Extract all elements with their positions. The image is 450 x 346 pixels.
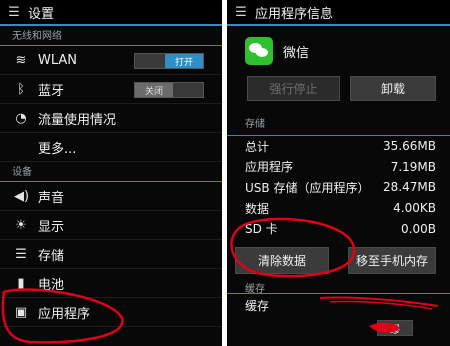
settings-title: 设置 (28, 6, 55, 22)
settings-app-icon: ☰ (235, 4, 247, 20)
storage-row-label: USB 存储（应用程序） (245, 180, 370, 195)
bluetooth-toggle-state: 关闭 (135, 83, 173, 97)
storage-row-value: 35.66MB (383, 139, 436, 154)
settings-item-bluetooth[interactable]: ᛒ 蓝牙 关闭 (0, 75, 222, 104)
storage-row: USB 存储（应用程序） 28.47MB (227, 177, 450, 198)
wlan-toggle[interactable]: 打开 (134, 53, 204, 69)
section-device: 设备 (0, 162, 222, 182)
wifi-icon: ≋ (15, 52, 27, 68)
force-stop-button[interactable]: 强行停止 (247, 76, 340, 101)
storage-list: 总计 35.66MB 应用程序 7.19MB USB 存储（应用程序） 28.4… (227, 136, 450, 239)
settings-item-more[interactable]: 更多... (0, 133, 222, 162)
settings-item-display[interactable]: ☀ 显示 (0, 211, 222, 240)
move-to-phone-button[interactable]: 移至手机内存 (348, 246, 436, 274)
settings-item-apps[interactable]: ▣ 应用程序 (0, 298, 222, 327)
storage-row-value: 4.00KB (393, 201, 436, 216)
app-action-buttons: 强行停止 卸载 (227, 76, 450, 101)
settings-item-data-usage[interactable]: ◔ 流量使用情况 (0, 104, 222, 133)
app-info-panel: ☰ 应用程序信息 微信 强行停止 卸载 存储 总计 35.66MB 应用程序 7… (227, 0, 450, 346)
settings-item-storage[interactable]: ☰ 存储 (0, 240, 222, 269)
more-label: 更多... (38, 141, 77, 157)
clear-data-button[interactable]: 清除数据 (235, 246, 329, 274)
section-wireless: 无线和网络 (0, 26, 222, 46)
storage-row-label: 数据 (245, 201, 270, 216)
apps-icon: ▣ (14, 304, 28, 320)
storage-row-label: 总计 (245, 139, 270, 154)
display-label: 显示 (38, 219, 65, 235)
speaker-icon: ◀) (14, 188, 30, 204)
settings-item-sound[interactable]: ◀) 声音 (0, 182, 222, 211)
app-info-title-bar: ☰ 应用程序信息 (227, 0, 450, 26)
clear-cache-button[interactable]: 缪 (377, 320, 413, 336)
data-action-buttons: 清除数据 移至手机内存 (227, 246, 450, 274)
bluetooth-toggle[interactable]: 关闭 (134, 82, 204, 98)
brightness-icon: ☀ (15, 217, 27, 233)
settings-panel: ☰ 设置 无线和网络 ≋ WLAN 打开 ᛒ 蓝牙 关闭 ◔ 流量使用情况 更多… (0, 0, 222, 346)
storage-row: 数据 4.00KB (227, 198, 450, 219)
storage-icon: ☰ (15, 246, 27, 262)
sound-label: 声音 (38, 190, 65, 206)
settings-item-battery[interactable]: ▮ 电池 (0, 269, 222, 298)
data-usage-label: 流量使用情况 (38, 112, 117, 128)
app-name: 微信 (283, 45, 310, 61)
battery-icon: ▮ (17, 275, 25, 291)
storage-row: 总计 35.66MB (227, 136, 450, 157)
bluetooth-label: 蓝牙 (38, 83, 65, 99)
storage-row: SD 卡 0.00B (227, 218, 450, 239)
settings-app-icon: ☰ (8, 4, 20, 20)
storage-row: 应用程序 7.19MB (227, 157, 450, 178)
storage-row-value: 0.00B (401, 221, 436, 236)
settings-title-bar: ☰ 设置 (0, 0, 222, 26)
wechat-icon (245, 37, 273, 65)
section-storage: 存储 (227, 116, 450, 136)
bluetooth-icon: ᛒ (17, 81, 25, 97)
cache-row: 缓存 (227, 294, 450, 318)
app-header: 微信 (227, 26, 450, 76)
apps-label: 应用程序 (38, 306, 91, 322)
wlan-toggle-state: 打开 (165, 54, 203, 68)
storage-row-label: SD 卡 (245, 222, 278, 237)
storage-label: 存储 (38, 248, 65, 264)
battery-label: 电池 (38, 277, 65, 293)
section-cache: 缓存 (227, 280, 450, 295)
app-info-title: 应用程序信息 (255, 6, 334, 22)
storage-row-label: 应用程序 (245, 160, 294, 175)
settings-item-wlan[interactable]: ≋ WLAN 打开 (0, 46, 222, 75)
uninstall-button[interactable]: 卸载 (350, 76, 436, 101)
data-usage-icon: ◔ (15, 110, 27, 126)
storage-row-value: 7.19MB (390, 159, 436, 174)
storage-row-value: 28.47MB (383, 180, 436, 195)
cache-label: 缓存 (245, 299, 270, 314)
wlan-label: WLAN (38, 52, 78, 68)
